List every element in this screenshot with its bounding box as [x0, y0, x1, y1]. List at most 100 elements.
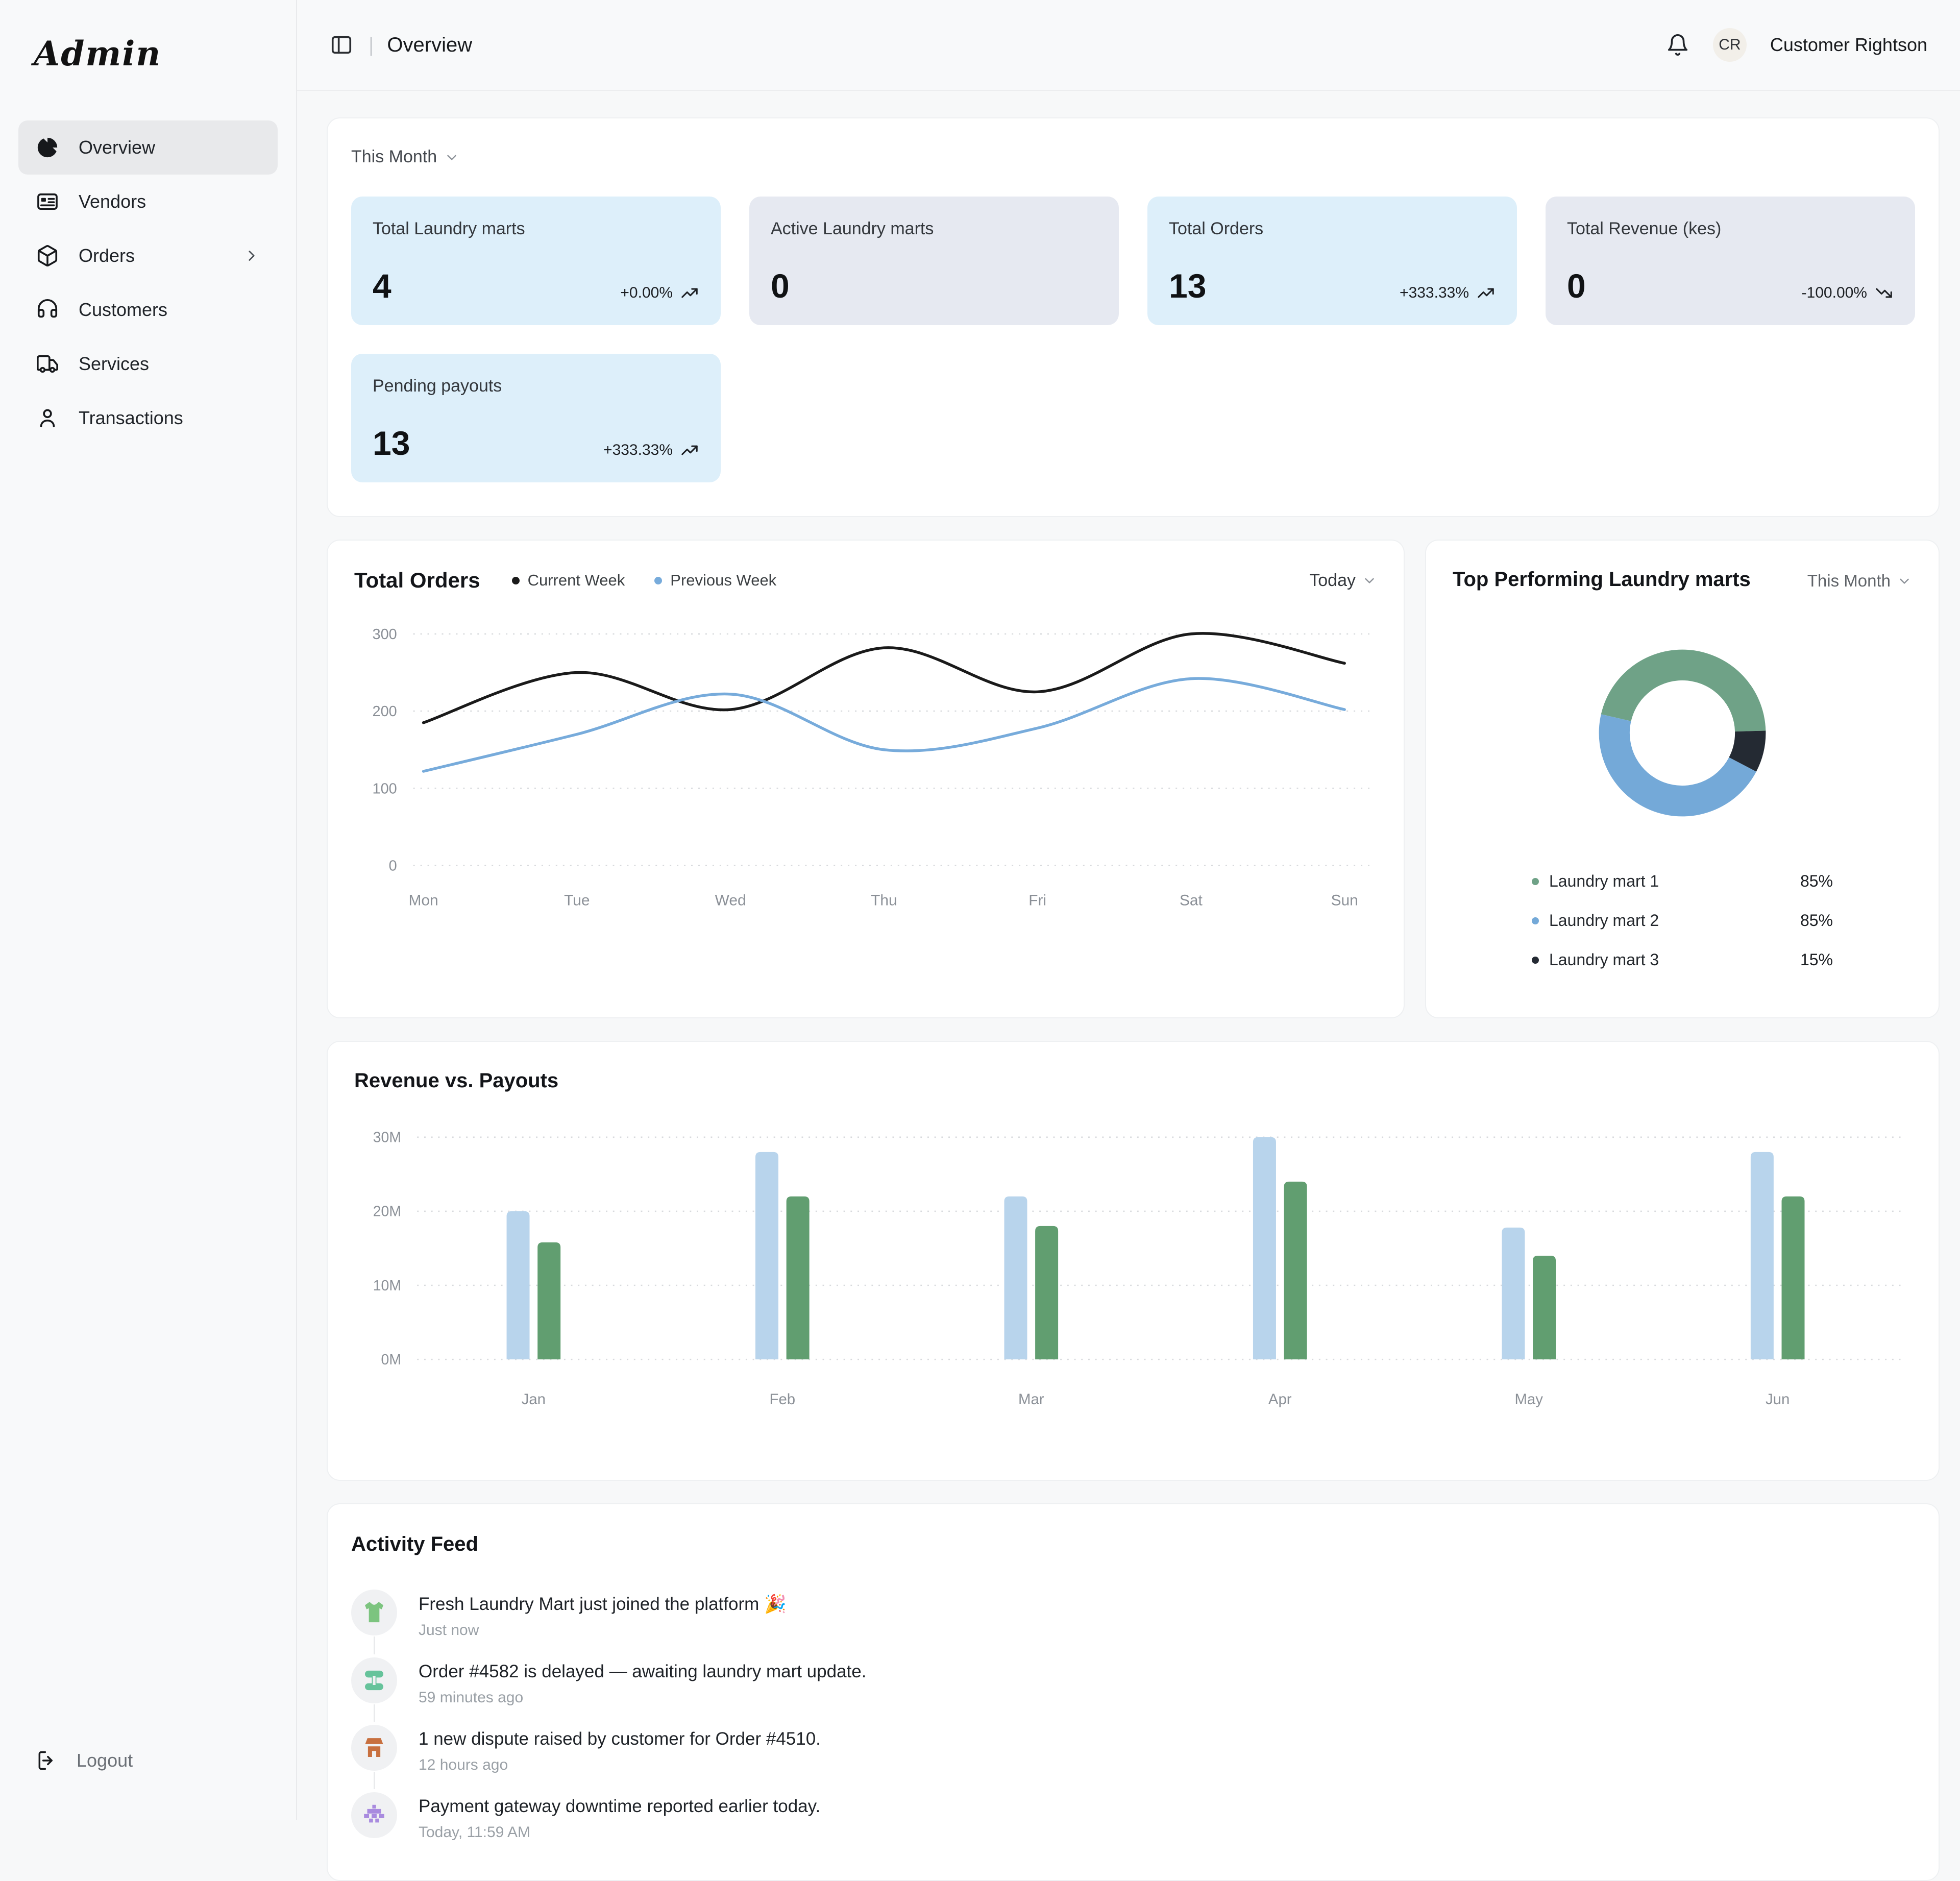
top-marts-period-dropdown[interactable]: This Month: [1807, 568, 1912, 591]
logout-button[interactable]: Logout: [18, 1737, 278, 1784]
logout-icon: [36, 1749, 58, 1772]
trending-up-icon: [1476, 283, 1496, 303]
top-marts-title: Top Performing Laundry marts: [1453, 568, 1751, 591]
svg-text:Tue: Tue: [564, 892, 590, 909]
activity-time: Just now: [419, 1622, 787, 1639]
svg-text:May: May: [1515, 1391, 1544, 1408]
legend-dot: [512, 577, 520, 584]
stat-trend-value: +0.00%: [620, 284, 673, 302]
topbar-right: CR Customer Rightson: [1666, 28, 1927, 62]
activity-item: Fresh Laundry Mart just joined the platf…: [351, 1590, 1915, 1657]
svg-text:Sun: Sun: [1331, 892, 1358, 909]
stat-card-active-laundry-marts: Active Laundry marts 0: [749, 197, 1119, 325]
stat-trend: +0.00%: [620, 283, 699, 303]
legend-dot: [1532, 917, 1539, 924]
stats-panel: This Month Total Laundry marts 4 +0.00% …: [327, 117, 1940, 517]
legend-dot: [654, 577, 662, 584]
activity-time: Today, 11:59 AM: [419, 1824, 820, 1841]
sidebar-item-transactions[interactable]: Transactions: [18, 391, 278, 445]
chevron-right-icon: [243, 247, 260, 264]
timeline-connector: [374, 1636, 375, 1654]
legend-dot: [1532, 957, 1539, 964]
donut-legend: Laundry mart 1 85% Laundry mart 2 85% La…: [1532, 872, 1833, 969]
legend-percent: 85%: [1800, 911, 1833, 930]
sidebar-item-orders[interactable]: Orders: [18, 229, 278, 283]
sidebar-item-label: Orders: [79, 245, 135, 266]
svg-text:Jan: Jan: [522, 1391, 546, 1408]
stats-period-dropdown[interactable]: This Month: [351, 147, 459, 167]
trending-down-icon: [1874, 283, 1894, 303]
notifications-bell-icon[interactable]: [1666, 33, 1689, 57]
svg-text:Feb: Feb: [770, 1391, 796, 1408]
activity-item: Payment gateway downtime reported earlie…: [351, 1792, 1915, 1860]
stat-trend-value: -100.00%: [1802, 284, 1867, 302]
activity-feed-title: Activity Feed: [351, 1533, 478, 1555]
stat-card-label: Total Revenue (kes): [1567, 219, 1894, 239]
total-orders-chart-panel: Total Orders Current Week Previous Week …: [327, 540, 1405, 1018]
stats-period-label: This Month: [351, 147, 437, 167]
logout-label: Logout: [77, 1750, 133, 1771]
trending-up-icon: [680, 441, 699, 460]
orders-period-dropdown[interactable]: Today: [1309, 571, 1377, 591]
stat-card-total-orders: Total Orders 13 +333.33%: [1147, 197, 1517, 325]
page-title: Overview: [387, 34, 472, 57]
charts-row: Total Orders Current Week Previous Week …: [327, 540, 1940, 1018]
stat-trend: -100.00%: [1802, 283, 1894, 303]
sidebar-item-vendors[interactable]: Vendors: [18, 175, 278, 229]
svg-text:Sat: Sat: [1180, 892, 1203, 909]
sidebar: Admin Overview Vendors: [0, 0, 297, 1820]
sidebar-nav: Overview Vendors: [18, 120, 278, 445]
activity-list: Fresh Laundry Mart just joined the platf…: [351, 1590, 1915, 1860]
topbar: | Overview CR Customer Rightson: [297, 0, 1960, 91]
total-orders-line-chart: 3002001000MonTueWedThuFriSatSun: [354, 616, 1377, 911]
stat-trend: +333.33%: [1400, 283, 1496, 303]
svg-text:Jun: Jun: [1766, 1391, 1790, 1408]
svg-text:Thu: Thu: [871, 892, 897, 909]
sidebar-item-customers[interactable]: Customers: [18, 283, 278, 337]
svg-text:0M: 0M: [381, 1352, 401, 1368]
sidebar-item-label: Customers: [79, 299, 167, 321]
stats-cards-row-1: Total Laundry marts 4 +0.00% Active Laun…: [351, 197, 1915, 482]
stat-trend: +333.33%: [603, 441, 699, 460]
storefront-icon: [351, 1725, 397, 1771]
shirt-icon: [351, 1590, 397, 1635]
stat-card-value: 13: [1169, 269, 1206, 303]
orders-chart-title: Total Orders: [354, 568, 480, 593]
legend-previous-week: Previous Week: [654, 571, 776, 590]
svg-text:Fri: Fri: [1028, 892, 1046, 909]
stat-card-total-revenue: Total Revenue (kes) 0 -100.00%: [1546, 197, 1915, 325]
avatar[interactable]: CR: [1713, 28, 1747, 62]
trending-up-icon: [680, 283, 699, 303]
chevron-down-icon: [444, 150, 459, 165]
top-marts-panel: Top Performing Laundry marts This Month …: [1425, 540, 1940, 1018]
svg-text:Apr: Apr: [1268, 1391, 1292, 1408]
topbar-divider: |: [369, 34, 374, 57]
sidebar-item-label: Transactions: [79, 407, 183, 429]
chevron-down-icon: [1362, 573, 1377, 588]
sidebar-item-services[interactable]: Services: [18, 337, 278, 391]
legend-dot: [1532, 878, 1539, 885]
svg-text:Mar: Mar: [1018, 1391, 1044, 1408]
stat-card-value: 0: [771, 269, 790, 303]
top-marts-donut-chart: [1573, 624, 1792, 842]
timeline-connector: [374, 1772, 375, 1789]
stat-card-value: 4: [373, 269, 391, 303]
sidebar-toggle-icon[interactable]: [330, 33, 353, 57]
legend-label: Laundry mart 1: [1549, 872, 1659, 891]
activity-time: 12 hours ago: [419, 1756, 821, 1774]
stat-card-label: Pending payouts: [373, 376, 699, 396]
legend-label: Previous Week: [670, 571, 776, 590]
top-marts-period-label: This Month: [1807, 571, 1891, 591]
activity-item: Order #4582 is delayed — awaiting laundr…: [351, 1657, 1915, 1725]
activity-text: Order #4582 is delayed — awaiting laundr…: [419, 1657, 866, 1682]
revenue-payouts-bar-chart: 30M20M10M0MJanFebMarAprMayJun: [354, 1110, 1912, 1459]
stat-card-label: Total Orders: [1169, 219, 1496, 239]
hourglass-icon: [351, 1657, 397, 1703]
svg-text:30M: 30M: [373, 1130, 401, 1146]
sidebar-item-overview[interactable]: Overview: [18, 120, 278, 175]
package-icon: [36, 244, 59, 267]
donut-legend-row: Laundry mart 1 85%: [1532, 872, 1833, 891]
user-name[interactable]: Customer Rightson: [1770, 34, 1927, 56]
chevron-down-icon: [1897, 573, 1912, 589]
activity-text: Payment gateway downtime reported earlie…: [419, 1792, 820, 1817]
